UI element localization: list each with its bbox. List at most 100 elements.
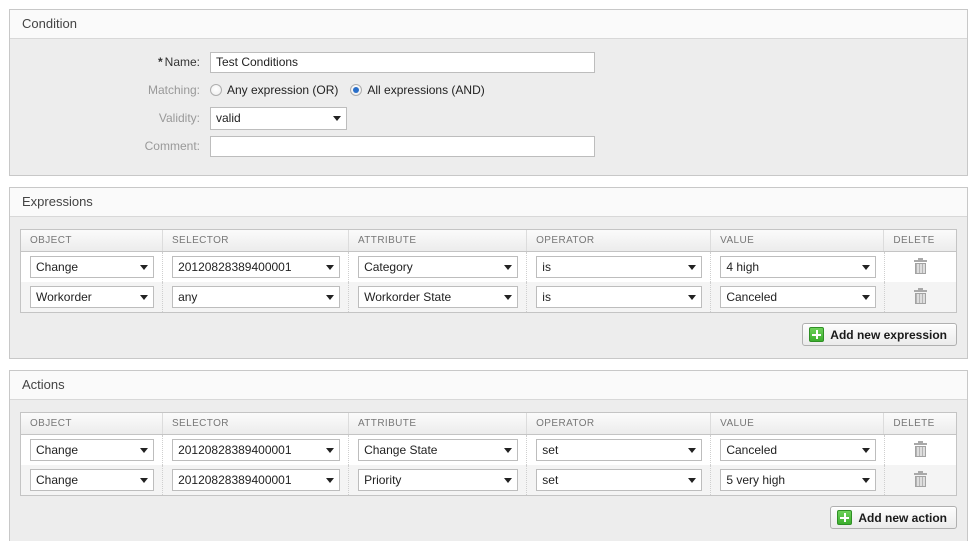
matching-radio-group: Any expression (OR) All expressions (AND… — [210, 83, 491, 97]
chevron-down-icon — [862, 478, 870, 483]
comment-row: Comment: — [20, 135, 957, 157]
operator-select[interactable]: is — [536, 286, 702, 308]
selector-select[interactable]: 20120828389400001 — [172, 469, 340, 491]
value-select-value: 5 very high — [726, 473, 785, 487]
cell-object: Change — [21, 465, 163, 495]
attribute-select-value: Priority — [364, 473, 401, 487]
matching-row: Matching: Any expression (OR) All expres… — [20, 79, 957, 101]
object-select[interactable]: Workorder — [30, 286, 154, 308]
operator-select[interactable]: set — [536, 469, 702, 491]
object-select-value: Workorder — [36, 290, 92, 304]
selector-select-value: any — [178, 290, 197, 304]
attribute-select[interactable]: Workorder State — [358, 286, 518, 308]
cell-selector: 20120828389400001 — [163, 465, 349, 495]
operator-select-value: set — [542, 473, 558, 487]
cell-delete — [885, 252, 956, 282]
chevron-down-icon — [688, 448, 696, 453]
cell-operator: is — [527, 282, 711, 312]
column-header-selector: SELECTOR — [163, 230, 349, 251]
trash-icon[interactable] — [914, 260, 927, 275]
radio-any-expression[interactable] — [210, 84, 222, 96]
chevron-down-icon — [688, 295, 696, 300]
attribute-select[interactable]: Category — [358, 256, 518, 278]
cell-object: Change — [21, 435, 163, 465]
chevron-down-icon — [140, 478, 148, 483]
cell-attribute: Workorder State — [349, 282, 527, 312]
attribute-select-value: Workorder State — [364, 290, 451, 304]
chevron-down-icon — [326, 265, 334, 270]
cell-attribute: Priority — [349, 465, 527, 495]
cell-attribute: Category — [349, 252, 527, 282]
operator-select[interactable]: set — [536, 439, 702, 461]
comment-label: Comment: — [20, 139, 210, 153]
cell-attribute: Change State — [349, 435, 527, 465]
actions-grid: OBJECT SELECTOR ATTRIBUTE OPERATOR VALUE… — [20, 412, 957, 496]
selector-select-value: 20120828389400001 — [178, 443, 291, 457]
cell-operator: set — [527, 435, 711, 465]
matching-option-all[interactable]: All expressions (AND) — [350, 83, 484, 97]
chevron-down-icon — [862, 295, 870, 300]
value-select-value: Canceled — [726, 290, 777, 304]
comment-input[interactable] — [210, 136, 595, 157]
cell-value: Canceled — [711, 435, 884, 465]
add-new-expression-label: Add new expression — [830, 328, 947, 342]
attribute-select[interactable]: Change State — [358, 439, 518, 461]
value-select[interactable]: 4 high — [720, 256, 875, 278]
object-select[interactable]: Change — [30, 256, 154, 278]
chevron-down-icon — [140, 295, 148, 300]
name-label: *Name: — [20, 55, 210, 69]
chevron-down-icon — [688, 478, 696, 483]
chevron-down-icon — [504, 295, 512, 300]
matching-option-any[interactable]: Any expression (OR) — [210, 83, 338, 97]
object-select[interactable]: Change — [30, 469, 154, 491]
cell-value: 4 high — [711, 252, 884, 282]
actions-panel: Actions OBJECT SELECTOR ATTRIBUTE OPERAT… — [9, 370, 968, 541]
selector-select-value: 20120828389400001 — [178, 473, 291, 487]
chevron-down-icon — [862, 448, 870, 453]
validity-row: Validity: valid — [20, 107, 957, 129]
validity-label: Validity: — [20, 111, 210, 125]
expressions-grid-header: OBJECT SELECTOR ATTRIBUTE OPERATOR VALUE… — [21, 230, 956, 252]
operator-select[interactable]: is — [536, 256, 702, 278]
chevron-down-icon — [140, 265, 148, 270]
condition-panel: Condition *Name: Matching: Any expressio… — [9, 9, 968, 176]
add-new-action-button[interactable]: Add new action — [830, 506, 957, 529]
value-select[interactable]: Canceled — [720, 439, 875, 461]
operator-select-value: is — [542, 260, 551, 274]
selector-select[interactable]: any — [172, 286, 340, 308]
table-row: Change 20120828389400001 Change State — [21, 435, 956, 465]
column-header-object: OBJECT — [21, 230, 163, 251]
trash-icon[interactable] — [914, 443, 927, 458]
cell-value: 5 very high — [711, 465, 884, 495]
expressions-grid: OBJECT SELECTOR ATTRIBUTE OPERATOR VALUE… — [20, 229, 957, 313]
trash-icon[interactable] — [914, 473, 927, 488]
name-input[interactable] — [210, 52, 595, 73]
radio-all-expressions[interactable] — [350, 84, 362, 96]
condition-editor-page: Condition *Name: Matching: Any expressio… — [0, 0, 980, 541]
cell-object: Change — [21, 252, 163, 282]
trash-icon[interactable] — [914, 290, 927, 305]
chevron-down-icon — [326, 478, 334, 483]
plus-icon — [837, 510, 852, 525]
object-select-value: Change — [36, 260, 78, 274]
name-row: *Name: — [20, 51, 957, 73]
value-select[interactable]: 5 very high — [720, 469, 875, 491]
chevron-down-icon — [140, 448, 148, 453]
validity-select-value: valid — [216, 111, 241, 125]
value-select[interactable]: Canceled — [720, 286, 875, 308]
matching-option-all-label: All expressions (AND) — [367, 83, 484, 97]
selector-select[interactable]: 20120828389400001 — [172, 256, 340, 278]
chevron-down-icon — [504, 448, 512, 453]
attribute-select[interactable]: Priority — [358, 469, 518, 491]
object-select[interactable]: Change — [30, 439, 154, 461]
chevron-down-icon — [688, 265, 696, 270]
actions-panel-title: Actions — [10, 371, 967, 400]
condition-panel-title: Condition — [10, 10, 967, 39]
selector-select[interactable]: 20120828389400001 — [172, 439, 340, 461]
add-new-expression-button[interactable]: Add new expression — [802, 323, 957, 346]
cell-selector: 20120828389400001 — [163, 435, 349, 465]
column-header-value: VALUE — [711, 230, 884, 251]
column-header-value: VALUE — [711, 413, 884, 434]
column-header-selector: SELECTOR — [163, 413, 349, 434]
validity-select[interactable]: valid — [210, 107, 347, 130]
